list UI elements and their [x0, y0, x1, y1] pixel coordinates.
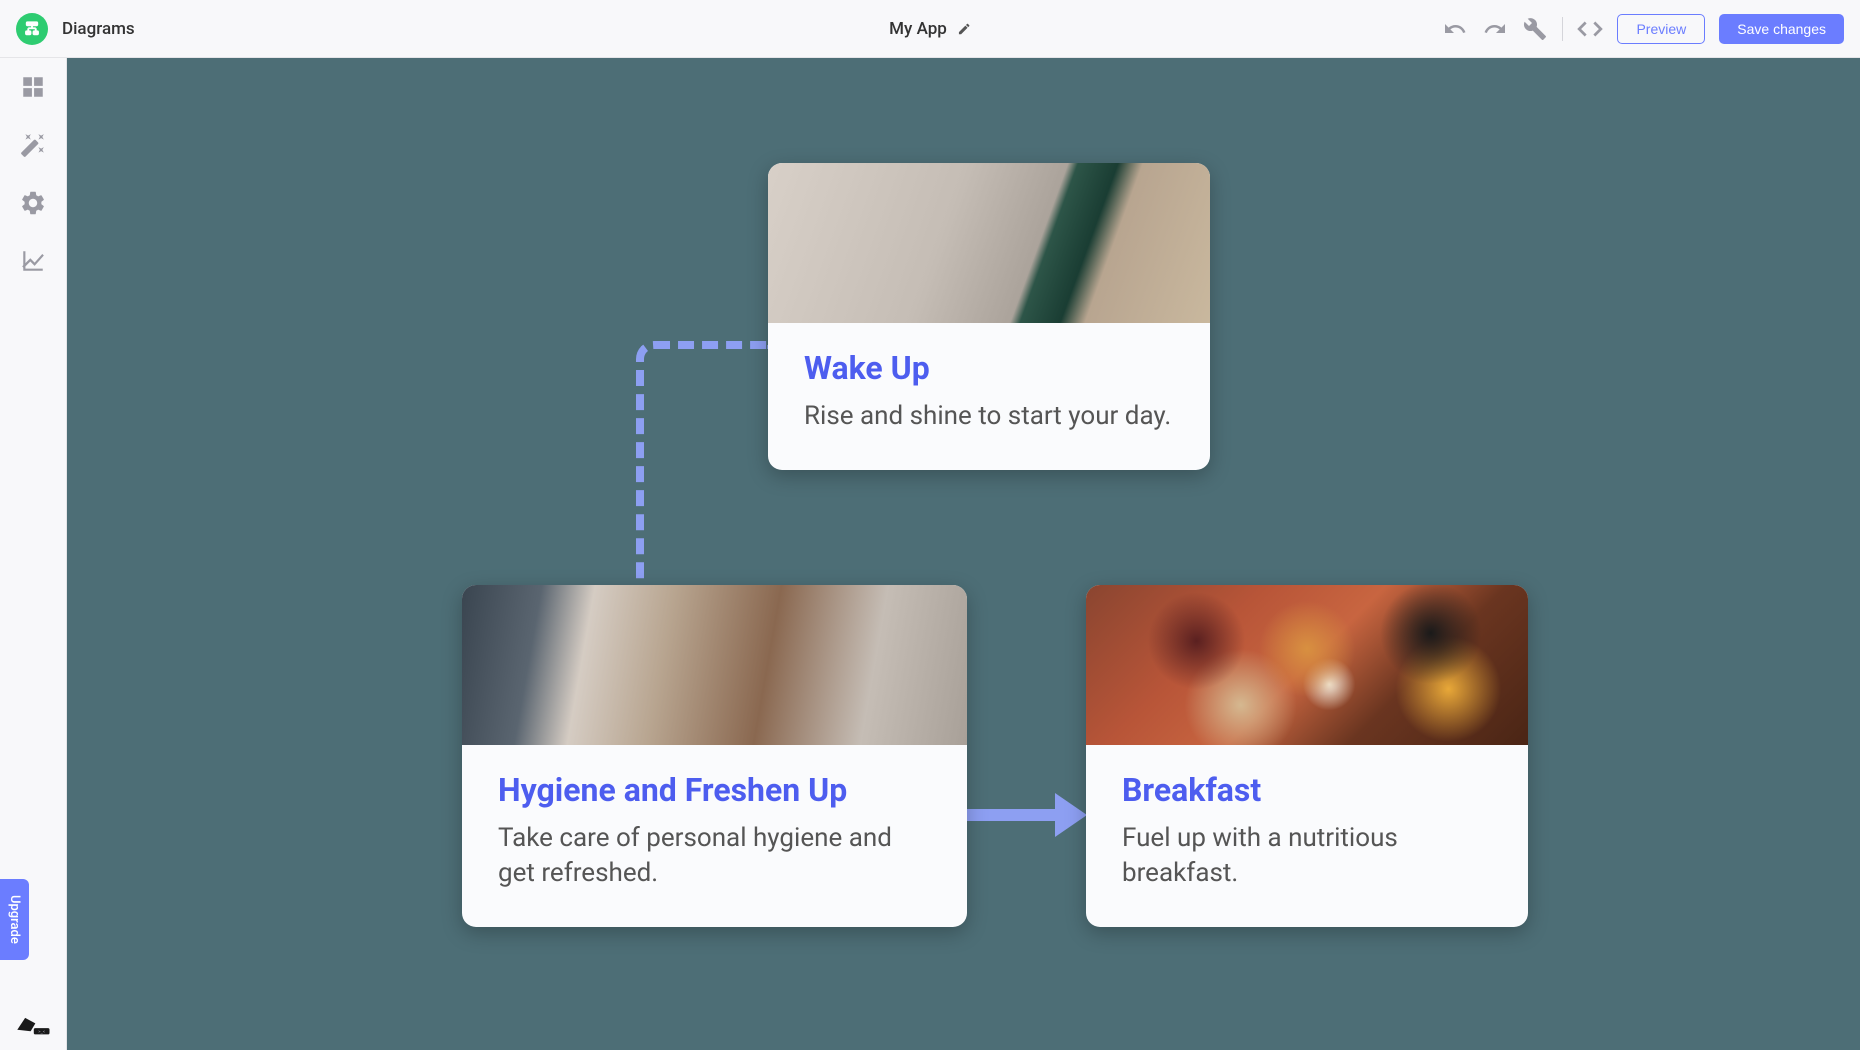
card-image: [768, 163, 1210, 323]
grid-icon[interactable]: [18, 72, 48, 102]
node-hygiene[interactable]: Hygiene and Freshen Up Take care of pers…: [462, 585, 967, 927]
top-actions: Preview Save changes: [1442, 14, 1844, 44]
redo-icon[interactable]: [1482, 16, 1508, 42]
card-description: Fuel up with a nutritious breakfast.: [1122, 821, 1492, 891]
gear-icon[interactable]: [18, 188, 48, 218]
card-title: Breakfast: [1122, 771, 1492, 809]
wand-icon[interactable]: [18, 130, 48, 160]
brand-icon[interactable]: >_<: [12, 1014, 54, 1036]
card-title: Wake Up: [804, 349, 1174, 387]
undo-icon[interactable]: [1442, 16, 1468, 42]
app-logo[interactable]: [16, 13, 48, 45]
card-title: Hygiene and Freshen Up: [498, 771, 931, 809]
app-title[interactable]: My App: [889, 19, 971, 39]
card-description: Rise and shine to start your day.: [804, 399, 1174, 434]
save-button[interactable]: Save changes: [1719, 14, 1844, 44]
node-breakfast[interactable]: Breakfast Fuel up with a nutritious brea…: [1086, 585, 1528, 927]
section-title[interactable]: Diagrams: [62, 19, 135, 39]
code-icon[interactable]: [1577, 16, 1603, 42]
main: Upgrade >_< Wake Up Rise and shine to st…: [0, 58, 1860, 1050]
card-image: [462, 585, 967, 745]
node-wake-up[interactable]: Wake Up Rise and shine to start your day…: [768, 163, 1210, 470]
connector-arrow[interactable]: [967, 793, 1087, 837]
svg-text:>_<: >_<: [38, 1030, 46, 1035]
preview-button[interactable]: Preview: [1617, 14, 1705, 44]
divider: [1562, 17, 1563, 41]
canvas[interactable]: Wake Up Rise and shine to start your day…: [67, 58, 1860, 1050]
app-title-text: My App: [889, 19, 947, 39]
upgrade-tab[interactable]: Upgrade: [0, 879, 29, 960]
card-description: Take care of personal hygiene and get re…: [498, 821, 931, 891]
edit-icon: [957, 22, 971, 36]
build-icon[interactable]: [1522, 16, 1548, 42]
card-image: [1086, 585, 1528, 745]
topbar: Diagrams My App Preview Save changes: [0, 0, 1860, 58]
chart-icon[interactable]: [18, 246, 48, 276]
sidebar: Upgrade >_<: [0, 58, 67, 1050]
